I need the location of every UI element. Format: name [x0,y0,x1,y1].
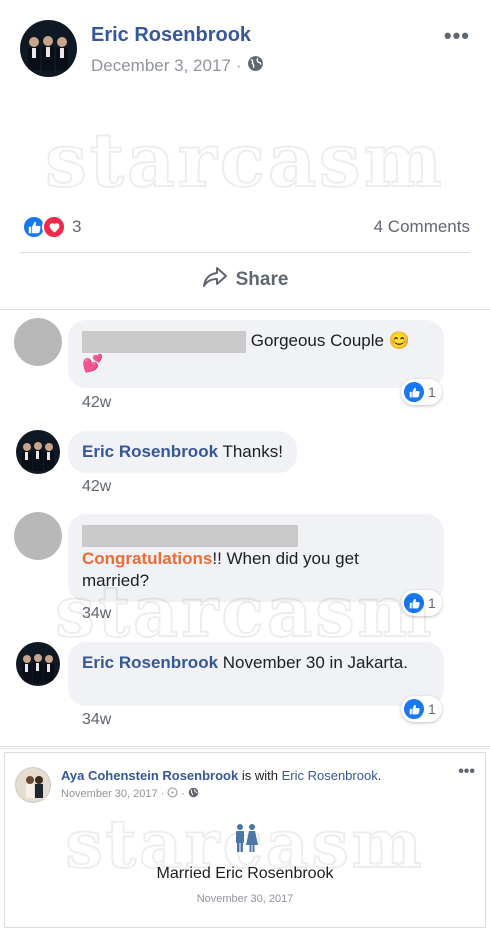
more-options-icon[interactable]: ••• [458,763,475,781]
comment-text: Thanks! [222,442,283,461]
comment-bubble: Eric Rosenbrook Thanks! [68,431,297,473]
comments-count-link[interactable]: 4 Comments [374,217,470,237]
reaction-count: 3 [72,217,82,236]
embed-author[interactable]: Aya Cohenstein Rosenbrook [61,768,238,783]
embed-date-row: November 30, 2017 · · [61,787,199,801]
like-icon [404,382,424,402]
post: Eric Rosenbrook December 3, 2017 · ••• s… [0,0,490,310]
life-event-title: Married Eric Rosenbrook [156,865,334,882]
commenter-avatar[interactable] [16,430,60,474]
like-icon [404,699,424,719]
custom-privacy-icon [167,787,178,801]
life-event-post: Aya Cohenstein Rosenbrook is with Eric R… [4,752,486,928]
comment-like-badge[interactable]: 1 [401,590,442,616]
comment-time[interactable]: 42w [82,394,111,412]
author-name[interactable]: Eric Rosenbrook [91,24,251,47]
section-separator [0,746,490,749]
date-separator: · [160,788,165,800]
comment-time[interactable]: 34w [82,711,111,729]
redacted-name [82,524,298,547]
watermark: starcasm [44,117,445,205]
commenter-avatar[interactable] [14,512,62,560]
comment-author[interactable]: Eric Rosenbrook [82,653,218,672]
post-date[interactable]: December 3, 2017 [91,56,231,76]
share-icon [202,266,228,294]
globe-icon [247,55,264,77]
divider [0,309,490,310]
date-separator: · [235,56,242,75]
embed-author-avatar[interactable] [15,767,51,803]
author-avatar[interactable] [20,20,77,77]
divider [20,252,470,253]
tagged-name[interactable]: Eric Rosenbrook [282,768,378,783]
redacted-name [82,330,246,353]
share-button[interactable]: Share [0,266,490,294]
more-options-icon[interactable]: ••• [444,23,470,49]
comment-text: Gorgeous Couple [250,331,384,350]
comment-bubble: Eric Rosenbrook November 30 in Jakarta. [68,642,444,706]
comment-bubble: Gorgeous Couple 😊💕 [68,320,444,388]
comment-time[interactable]: 34w [82,605,111,623]
comment-time[interactable]: 42w [82,478,111,496]
comment-author[interactable]: Eric Rosenbrook [82,442,218,461]
like-count: 1 [428,595,436,611]
comment-like-badge[interactable]: 1 [401,696,442,722]
like-count: 1 [428,384,436,400]
married-couple-icon [233,823,259,858]
comment-bubble: Congratulations!! When did you get marri… [68,514,444,602]
commenter-avatar[interactable] [14,318,62,366]
post-date-row: December 3, 2017 · [91,55,264,77]
globe-icon [188,787,199,801]
life-event-date: November 30, 2017 [196,893,294,905]
like-count: 1 [428,701,436,717]
commenter-avatar[interactable] [16,642,60,686]
with-text: is with [241,768,278,783]
embed-header: Aya Cohenstein Rosenbrook is with Eric R… [61,768,381,783]
highlight-text: Congratulations [82,549,213,568]
embed-date[interactable]: November 30, 2017 [61,788,158,800]
love-reaction-icon [42,215,66,239]
period: . [377,768,382,783]
reactions-summary[interactable]: 3 [22,215,81,239]
like-icon [404,593,424,613]
comment-text: November 30 in Jakarta. [222,653,408,672]
share-label: Share [235,269,289,290]
date-separator: · [181,788,185,800]
comment-like-badge[interactable]: 1 [401,379,442,405]
